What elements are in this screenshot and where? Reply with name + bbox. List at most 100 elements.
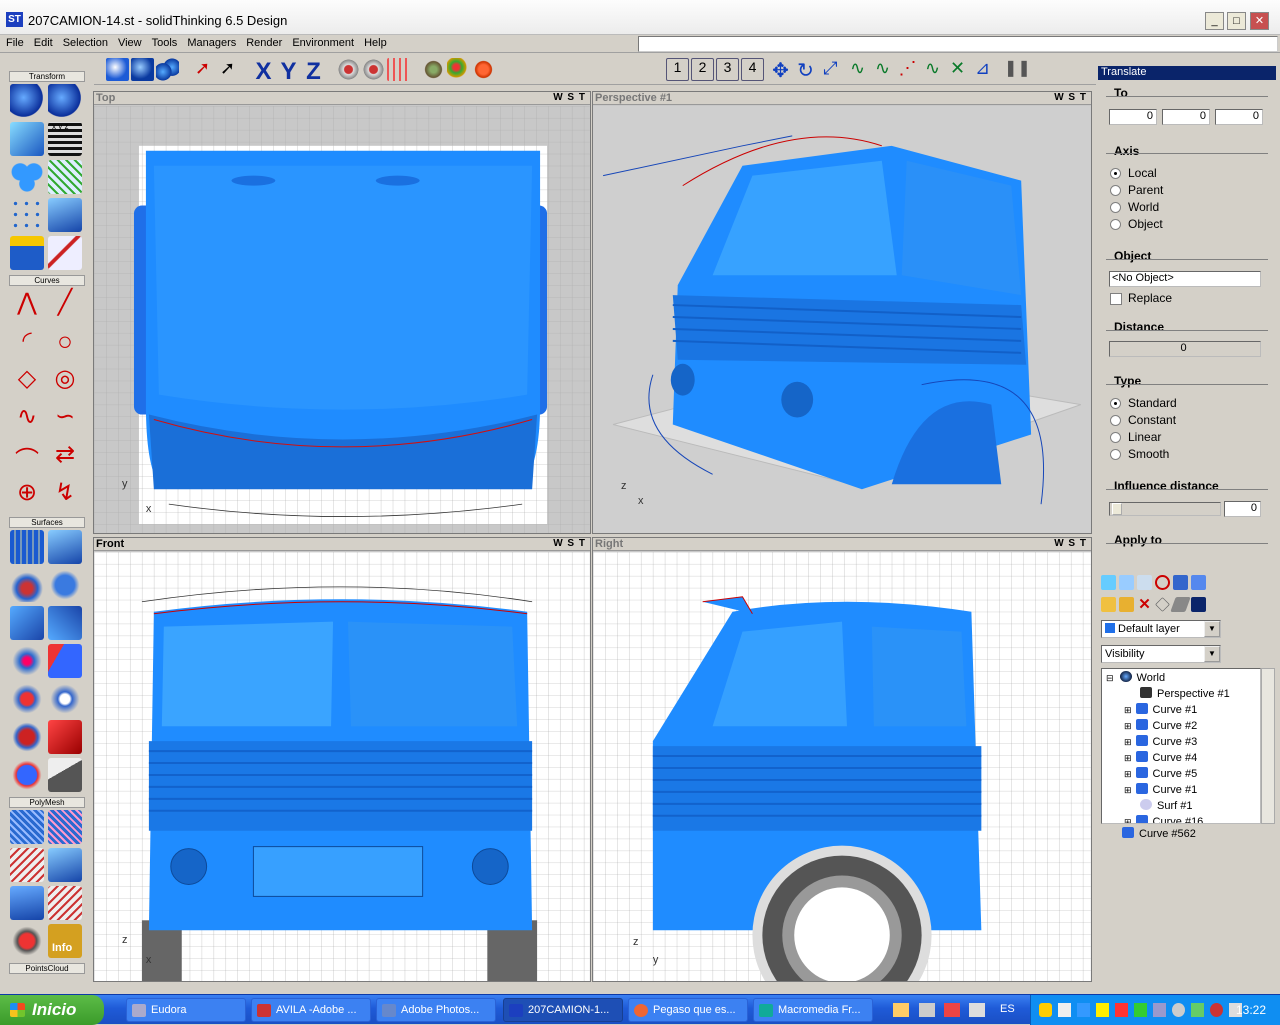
distance-field[interactable]: 0 [1109,341,1261,357]
tray-icon[interactable] [1191,1003,1204,1017]
dimension-icon[interactable]: ⊿ [971,58,994,81]
mesh-tool-3-icon[interactable] [10,848,44,882]
view-3-icon[interactable]: 3 [716,58,739,81]
axis-local-radio[interactable] [1110,168,1121,179]
swirl-icon[interactable] [472,58,495,81]
type-linear-radio[interactable] [1110,432,1121,443]
boolean-icon[interactable] [10,720,44,754]
task-macromedia[interactable]: Macromedia Fr... [753,998,873,1022]
command-field[interactable] [638,36,1278,52]
tree-item-curve[interactable]: ⊞ Curve #2 [1124,719,1197,732]
spiral-tool-icon[interactable]: ◎ [48,364,82,398]
deform-tool-icon[interactable] [48,160,82,194]
shell-icon[interactable] [10,758,44,792]
group-polymesh[interactable]: PolyMesh [9,797,85,808]
offset-tool-icon[interactable]: ∽ [48,402,82,436]
type-constant-radio[interactable] [1110,415,1121,426]
object-field[interactable]: <No Object> [1109,271,1261,287]
scale-tool-icon[interactable] [10,122,44,156]
extract-curve-icon[interactable]: ↯ [48,478,82,512]
tray-icon[interactable] [1058,1003,1071,1017]
align-tool-icon[interactable] [48,236,82,270]
mesh-tool-4-icon[interactable] [48,848,82,882]
menu-view[interactable]: View [112,35,146,49]
to-y-field[interactable]: 0 [1162,109,1210,125]
mesh-tool-6-icon[interactable] [48,886,82,920]
curve-tool-3-icon[interactable]: ⋰ [896,58,919,81]
group-curves[interactable]: Curves [9,275,85,286]
language-indicator[interactable]: ES [1000,1003,1015,1015]
group-surfaces[interactable]: Surfaces [9,517,85,528]
viewport-controls[interactable]: W S T [553,538,586,549]
gear-render-icon[interactable] [422,58,445,81]
viewport-perspective[interactable]: Perspective #1 W S T z x [592,91,1092,534]
view-1-icon[interactable]: 1 [666,58,689,81]
polyline-tool-icon[interactable]: ⋀ [10,288,44,322]
skin-surface-icon[interactable] [48,606,82,640]
scale-icon[interactable]: ⤢ [819,58,842,81]
quicklaunch-icon[interactable] [893,1003,909,1017]
y-axis-icon[interactable]: Y [277,58,300,85]
tree-item-curve[interactable]: ⊞ Curve #5 [1124,767,1197,780]
snap-vertex-icon[interactable] [387,58,410,81]
translate-tool-icon[interactable] [10,84,44,118]
minimize-button[interactable]: _ [1205,12,1224,30]
curve-tool-5-icon[interactable]: ✕ [946,58,969,81]
layer-down-icon[interactable] [1191,575,1206,590]
lock-icon[interactable] [1191,597,1206,612]
project-curve-icon[interactable]: ⊕ [10,478,44,512]
view-2-icon[interactable]: 2 [691,58,714,81]
menu-environment[interactable]: Environment [286,35,358,49]
pause-icon[interactable]: ❚❚ [1004,58,1031,81]
viewport-controls[interactable]: W S T [553,92,586,103]
viewport-controls[interactable]: W S T [1054,538,1087,549]
to-z-field[interactable]: 0 [1215,109,1263,125]
tree-item-curve[interactable]: ⊞ Curve #4 [1124,751,1197,764]
snap-grid-icon[interactable] [337,58,360,81]
menu-edit[interactable]: Edit [28,35,57,49]
group-pointscloud[interactable]: PointsCloud [9,963,85,974]
hide-layer-icon[interactable] [1155,575,1170,590]
task-firefox[interactable]: Pegaso que es... [628,998,748,1022]
line-tool-icon[interactable]: ╱ [48,288,82,322]
tree-scrollbar[interactable] [1261,668,1275,824]
trim-curve-icon[interactable]: ⇄ [48,440,82,474]
tray-icon[interactable] [1210,1003,1223,1017]
tray-icon[interactable] [1134,1003,1147,1017]
type-smooth-radio[interactable] [1110,449,1121,460]
perspective-view-canvas[interactable]: z x [593,106,1091,533]
curve-tool-2-icon[interactable]: ∿ [871,58,894,81]
type-standard-radio[interactable] [1110,398,1121,409]
sweep-surface-icon[interactable] [10,606,44,640]
mesh-tool-2-icon[interactable] [48,810,82,844]
array-tool-icon[interactable] [10,160,44,194]
arc-tool-icon[interactable]: ◜ [10,326,44,360]
top-view-canvas[interactable]: y x [94,106,590,533]
patch-surface-icon[interactable] [10,644,44,678]
mirror-tool-icon[interactable] [48,198,82,232]
viewport-controls[interactable]: W S T [1054,92,1087,103]
multi-sphere-icon[interactable] [156,58,179,81]
rotate-tool-icon[interactable] [48,84,82,118]
tree-item-world[interactable]: ⊟ World [1106,671,1165,684]
rotate-icon[interactable]: ↻ [794,58,817,82]
mesh-tool-1-icon[interactable] [10,810,44,844]
tree-item-camera[interactable]: Perspective #1 [1140,687,1230,700]
layer-select[interactable]: Default layer ▼ [1101,620,1221,638]
snap-point-icon[interactable] [362,58,385,81]
task-solidthinking[interactable]: 207CAMION-1... [503,998,623,1022]
maximize-button[interactable]: □ [1227,12,1246,30]
open-folder-icon[interactable] [1119,597,1134,612]
curve-tool-4-icon[interactable]: ∿ [921,58,944,81]
tree-item-extra[interactable]: Curve #562 [1122,827,1196,840]
object-tree[interactable]: ⊟ World Perspective #1 ⊞ Curve #1 ⊞ Curve #… [1101,668,1261,824]
solid-box-icon[interactable] [48,720,82,754]
task-photoshop[interactable]: Adobe Photos... [376,998,496,1022]
palette-icon[interactable] [447,58,470,81]
menu-selection[interactable]: Selection [57,35,112,49]
loft-surface-icon[interactable] [10,568,44,602]
view-4-icon[interactable]: 4 [741,58,764,81]
axis-world-radio[interactable] [1110,202,1121,213]
quicklaunch-icon[interactable] [919,1003,935,1017]
axis-parent-radio[interactable] [1110,185,1121,196]
